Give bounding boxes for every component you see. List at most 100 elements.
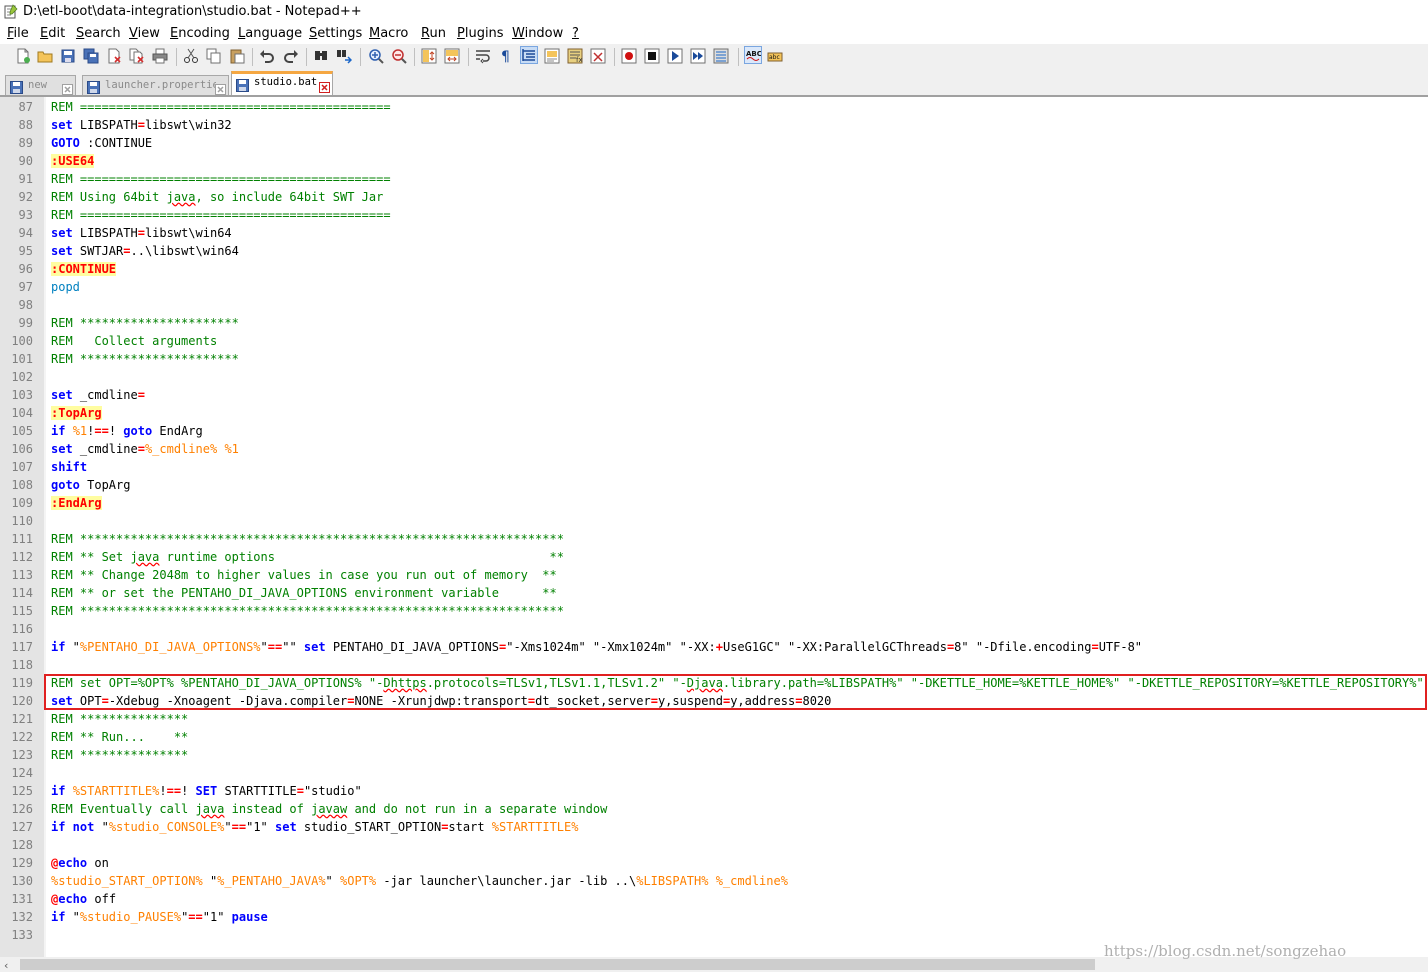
word-wrap-icon[interactable] <box>475 48 491 64</box>
scroll-left-arrow-icon[interactable]: ‹ <box>4 959 8 972</box>
run-macro-multiple-icon[interactable] <box>690 48 706 64</box>
code-line[interactable]: 118 <box>0 656 1428 674</box>
code-line[interactable]: 101 REM ********************** <box>0 350 1428 368</box>
scrollbar-thumb[interactable] <box>20 959 1095 970</box>
code-line[interactable]: 106 set _cmdline=%_cmdline% %1 <box>0 440 1428 458</box>
play-macro-icon[interactable] <box>667 48 683 64</box>
menu-file[interactable]: File <box>7 26 29 41</box>
menu-help[interactable]: ? <box>572 26 579 41</box>
code-line[interactable]: 111 REM *********************************… <box>0 530 1428 548</box>
record-macro-icon[interactable] <box>621 48 637 64</box>
close-tab-icon[interactable] <box>62 80 73 95</box>
undo-icon[interactable] <box>259 48 275 64</box>
code-text: REM Eventually call java instead of java… <box>51 800 607 818</box>
code-line[interactable]: 104:TopArg <box>0 404 1428 422</box>
code-line[interactable]: 108 goto TopArg <box>0 476 1428 494</box>
sync-horizontal-icon[interactable] <box>444 48 460 64</box>
code-line[interactable]: 105 if %1!==! goto EndArg <box>0 422 1428 440</box>
close-icon[interactable] <box>106 48 122 64</box>
tab-studio-bat[interactable]: studio.bat <box>231 71 333 95</box>
code-line[interactable]: 123 REM *************** <box>0 746 1428 764</box>
menu-plugins[interactable]: Plugins <box>457 26 504 41</box>
menu-macro[interactable]: Macro <box>369 26 408 41</box>
code-line[interactable]: 90:USE64 <box>0 152 1428 170</box>
tab-launcher-properties[interactable]: launcher.properties <box>82 75 229 95</box>
close-tab-icon[interactable] <box>319 78 330 93</box>
code-line[interactable]: 99 REM ********************** <box>0 314 1428 332</box>
code-line[interactable]: 117 if "%PENTAHO_DI_JAVA_OPTIONS%"=="" se… <box>0 638 1428 656</box>
copy-icon[interactable] <box>206 48 222 64</box>
print-icon[interactable] <box>152 48 168 64</box>
find-icon[interactable] <box>313 48 329 64</box>
indent-guide-icon[interactable] <box>520 46 538 64</box>
code-line[interactable]: 103 set _cmdline= <box>0 386 1428 404</box>
stop-macro-icon[interactable] <box>644 48 660 64</box>
code-line[interactable]: 129 @echo on <box>0 854 1428 872</box>
code-line[interactable]: 102 <box>0 368 1428 386</box>
menu-language[interactable]: Language <box>238 26 302 41</box>
spell-check-icon[interactable]: ABC <box>744 46 762 64</box>
code-line[interactable]: 91 REM ==================================… <box>0 170 1428 188</box>
folder-workspace-icon[interactable] <box>590 48 606 64</box>
code-line[interactable]: 128 <box>0 836 1428 854</box>
menu-window[interactable]: Window <box>512 26 563 41</box>
code-line[interactable]: 98 <box>0 296 1428 314</box>
code-line[interactable]: 107 shift <box>0 458 1428 476</box>
code-line[interactable]: 122 REM ** Run... ** <box>0 728 1428 746</box>
editor-area[interactable]: 87 REM ==================================… <box>0 97 1428 957</box>
code-line[interactable]: 110 <box>0 512 1428 530</box>
code-line[interactable]: 88 set LIBSPATH=libswt\win32 <box>0 116 1428 134</box>
sync-vertical-icon[interactable] <box>421 48 437 64</box>
menu-encoding[interactable]: Encoding <box>170 26 230 41</box>
replace-icon[interactable] <box>336 48 352 64</box>
code-line[interactable]: 100 REM Collect arguments <box>0 332 1428 350</box>
code-line[interactable]: 130 %studio_START_OPTION% "%_PENTAHO_JAVA… <box>0 872 1428 890</box>
menu-edit[interactable]: Edit <box>40 26 65 41</box>
code-line[interactable]: 97 popd <box>0 278 1428 296</box>
close-tab-icon[interactable] <box>215 80 226 95</box>
paste-icon[interactable] <box>229 48 245 64</box>
tab-new[interactable]: new <box>5 75 76 95</box>
code-line[interactable]: 109:EndArg <box>0 494 1428 512</box>
code-line[interactable]: 96:CONTINUE <box>0 260 1428 278</box>
document-map-icon[interactable] <box>544 48 560 64</box>
menu-settings[interactable]: Settings <box>309 26 362 41</box>
zoom-out-icon[interactable] <box>391 48 407 64</box>
cut-icon[interactable] <box>183 48 199 64</box>
zoom-in-icon[interactable] <box>368 48 384 64</box>
code-line[interactable]: 132 if "%studio_PAUSE%"=="1" pause <box>0 908 1428 926</box>
code-line[interactable]: 119 REM set OPT=%OPT% %PENTAHO_DI_JAVA_OP… <box>0 674 1428 692</box>
code-line[interactable]: 115 REM *********************************… <box>0 602 1428 620</box>
show-all-chars-icon[interactable]: ¶ <box>498 48 514 64</box>
code-line[interactable]: 116 <box>0 620 1428 638</box>
code-line[interactable]: 114 REM ** or set the PENTAHO_DI_JAVA_OPT… <box>0 584 1428 602</box>
close-all-icon[interactable] <box>129 48 145 64</box>
save-icon[interactable] <box>60 48 76 64</box>
code-line[interactable]: 93 REM ==================================… <box>0 206 1428 224</box>
function-list-icon[interactable]: fx <box>567 48 583 64</box>
save-all-icon[interactable] <box>83 48 99 64</box>
code-line[interactable]: 126 REM Eventually call java instead of j… <box>0 800 1428 818</box>
code-line[interactable]: 124 <box>0 764 1428 782</box>
code-line[interactable]: 131 @echo off <box>0 890 1428 908</box>
code-line[interactable]: 87 REM ==================================… <box>0 98 1428 116</box>
code-line[interactable]: 112 REM ** Set java runtime options ** <box>0 548 1428 566</box>
code-line[interactable]: 113 REM ** Change 2048m to higher values … <box>0 566 1428 584</box>
code-line[interactable]: 127 if not "%studio_CONSOLE%"=="1" set st… <box>0 818 1428 836</box>
code-line[interactable]: 121 REM *************** <box>0 710 1428 728</box>
code-line[interactable]: 95 set SWTJAR=..\libswt\win64 <box>0 242 1428 260</box>
menu-run[interactable]: Run <box>421 26 446 41</box>
save-macro-icon[interactable] <box>713 48 729 64</box>
code-line[interactable]: 92 REM Using 64bit java, so include 64bit… <box>0 188 1428 206</box>
code-line[interactable]: 89 GOTO :CONTINUE <box>0 134 1428 152</box>
code-line[interactable]: 125 if %STARTTITLE%!==! SET STARTTITLE="s… <box>0 782 1428 800</box>
menu-view[interactable]: View <box>129 26 160 41</box>
spell-check-options-icon[interactable]: abc <box>767 48 783 64</box>
menu-search[interactable]: Search <box>76 26 121 41</box>
open-file-icon[interactable] <box>37 48 53 64</box>
code-line[interactable]: 94 set LIBSPATH=libswt\win64 <box>0 224 1428 242</box>
new-file-icon[interactable] <box>15 48 31 64</box>
code-line[interactable]: 120 set OPT=-Xdebug -Xnoagent -Djava.comp… <box>0 692 1428 710</box>
redo-icon[interactable] <box>283 48 299 64</box>
